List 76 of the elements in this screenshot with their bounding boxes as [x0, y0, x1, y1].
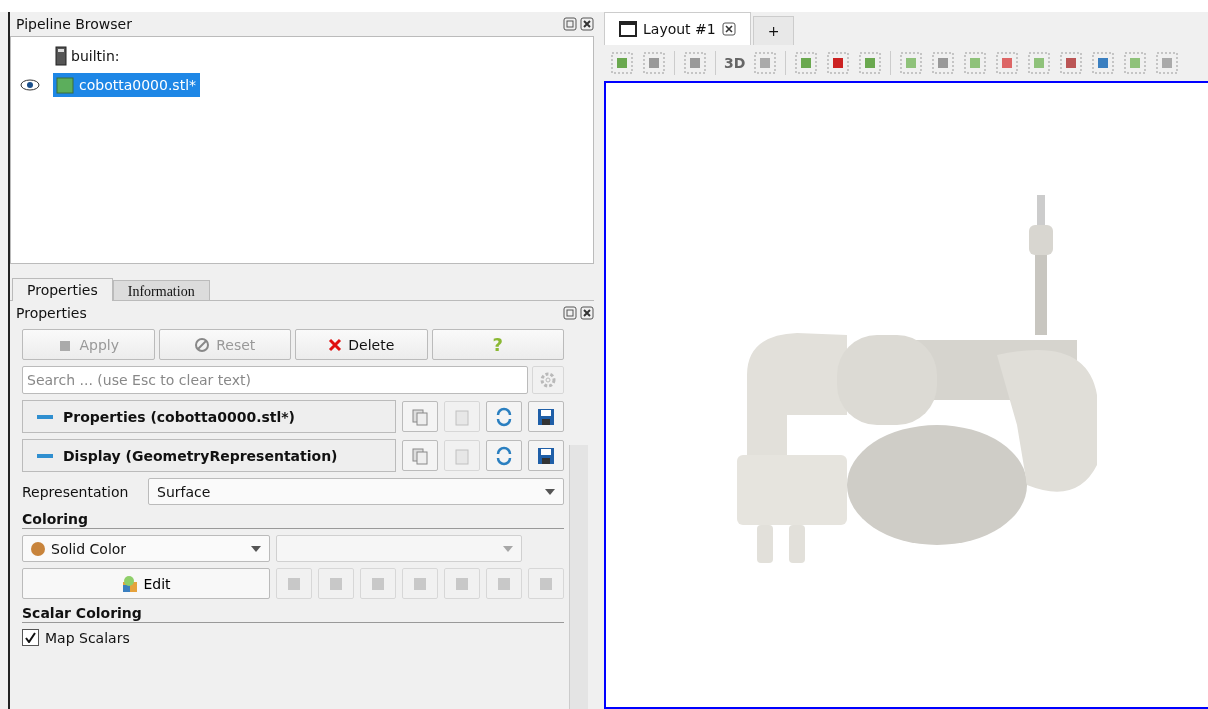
refresh-icon — [494, 406, 514, 427]
tool-icon[interactable] — [826, 51, 851, 75]
settings-icon — [539, 371, 557, 389]
pipeline-item[interactable]: builtin: — [53, 43, 124, 68]
tool-icon[interactable] — [995, 51, 1020, 75]
close-icon[interactable] — [721, 22, 736, 36]
close-icon[interactable] — [580, 306, 594, 320]
tool-icon[interactable] — [1155, 51, 1180, 75]
tool-icon[interactable] — [794, 51, 819, 75]
eye-icon[interactable] — [20, 78, 40, 91]
caret-icon — [251, 545, 261, 552]
section-header[interactable]: Properties (cobotta0000.stl*) — [22, 400, 396, 433]
colormap-tool-button[interactable] — [402, 568, 438, 599]
coloring-dropdown[interactable]: Solid Color — [22, 535, 270, 562]
panel-tab[interactable]: Properties — [12, 278, 113, 301]
paste-button[interactable] — [444, 440, 480, 471]
copy-icon — [411, 407, 429, 426]
tool-icon[interactable] — [858, 51, 883, 75]
tool-icon[interactable] — [683, 51, 707, 75]
search-field[interactable]: Search ... (use Esc to clear text) — [22, 366, 528, 394]
copy-button[interactable] — [402, 401, 438, 432]
colormap-tool-button[interactable] — [318, 568, 354, 599]
colormap-tool-button[interactable] — [276, 568, 312, 599]
refresh-button[interactable] — [486, 440, 522, 471]
tool-icon[interactable] — [931, 51, 956, 75]
pipeline-item[interactable]: cobotta0000.stl* — [53, 72, 201, 97]
copy-icon — [411, 446, 429, 465]
x-icon — [328, 337, 343, 352]
paste-button[interactable] — [444, 401, 480, 432]
tool-icon[interactable] — [1059, 51, 1084, 75]
clipboard-icon — [453, 407, 471, 426]
colormap-tool-button[interactable] — [486, 568, 522, 599]
refresh-icon — [494, 445, 514, 466]
window-icon — [619, 21, 637, 37]
panel-title: Pipeline Browser — [16, 16, 132, 32]
colormap-tool-button[interactable] — [528, 568, 564, 599]
edit-button[interactable]: Edit — [22, 568, 270, 599]
component-dropdown[interactable] — [276, 535, 522, 562]
panel-tab[interactable]: Information — [112, 280, 210, 300]
checkbox[interactable] — [22, 629, 39, 646]
tool-icon[interactable] — [642, 51, 666, 75]
panel-title: Properties — [16, 305, 87, 321]
section-header[interactable]: Display (GeometryRepresentation) — [22, 439, 396, 472]
checkbox-label: Map Scalars — [45, 629, 130, 646]
save-icon — [537, 446, 555, 465]
colormap-tool-button[interactable] — [360, 568, 396, 599]
float-icon[interactable] — [563, 17, 577, 31]
copy-button[interactable] — [402, 440, 438, 471]
palette-icon — [121, 574, 140, 593]
field-label: Representation — [22, 483, 130, 500]
check-icon — [25, 632, 36, 643]
tool-icon[interactable] — [1091, 51, 1116, 75]
colormap-tool-button[interactable] — [444, 568, 480, 599]
render-view[interactable] — [604, 81, 1208, 709]
prohibit-icon — [194, 336, 211, 353]
settings-button[interactable] — [532, 366, 564, 394]
float-icon[interactable] — [563, 306, 577, 320]
layout-tab[interactable]: Layout #1 — [604, 12, 751, 45]
save-button[interactable] — [528, 401, 564, 432]
caret-icon — [545, 488, 555, 495]
save-icon — [537, 407, 555, 426]
clipboard-icon — [453, 446, 471, 465]
caret-icon — [503, 545, 513, 552]
save-button[interactable] — [528, 440, 564, 471]
layout-tab[interactable]: + — [752, 16, 795, 45]
tool-icon[interactable] — [610, 51, 634, 75]
tool-icon[interactable] — [753, 51, 778, 75]
close-icon[interactable] — [580, 17, 594, 31]
view-mode-toggle[interactable]: 3D — [724, 55, 746, 71]
section-heading: Coloring — [22, 511, 564, 529]
section-heading: Scalar Coloring — [22, 605, 564, 623]
refresh-button[interactable] — [486, 401, 522, 432]
delete-button[interactable]: Delete — [295, 329, 428, 360]
cube-icon — [55, 74, 75, 95]
representation-dropdown[interactable]: Surface — [148, 478, 564, 505]
server-icon — [55, 45, 67, 66]
